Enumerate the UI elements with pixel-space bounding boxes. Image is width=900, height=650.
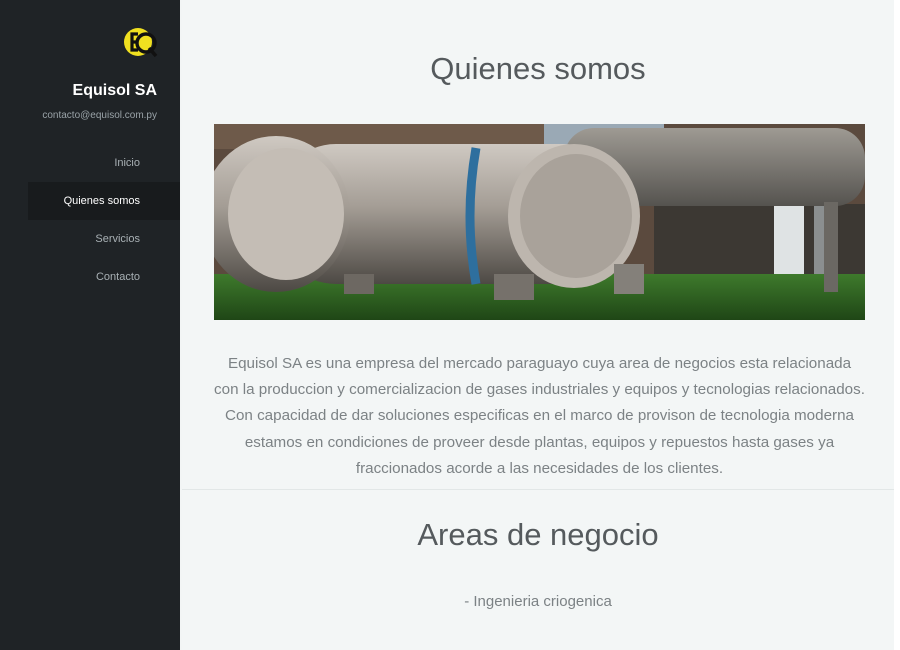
hero-image	[214, 124, 865, 320]
equisol-logo-icon[interactable]	[122, 24, 160, 62]
main-nav: Inicio Quienes somos Servicios Contacto	[28, 144, 180, 296]
business-areas-section: Areas de negocio - Ingenieria criogenica	[182, 490, 894, 650]
sidebar: Equisol SA contacto@equisol.com.py Inici…	[0, 0, 180, 650]
nav-item-servicios[interactable]: Servicios	[28, 220, 180, 258]
nav-item-contacto[interactable]: Contacto	[28, 258, 180, 296]
business-areas-title: Areas de negocio	[417, 517, 659, 552]
gas-tanks-photo	[214, 124, 865, 320]
about-description: Equisol SA es una empresa del mercado pa…	[214, 355, 865, 477]
about-section: Quienes somos Equisol SA es una empresa …	[182, 0, 894, 490]
brand-name[interactable]: Equisol SA	[73, 82, 157, 100]
nav-item-quienes-somos[interactable]: Quienes somos	[28, 182, 180, 220]
contact-email[interactable]: contacto@equisol.com.py	[42, 110, 157, 121]
page-right-edge	[894, 0, 900, 650]
business-area-item: - Ingenieria criogenica	[464, 593, 612, 610]
about-title: Quienes somos	[430, 51, 646, 86]
nav-item-inicio[interactable]: Inicio	[28, 144, 180, 182]
main-content: Quienes somos Equisol SA es una empresa …	[182, 0, 894, 650]
